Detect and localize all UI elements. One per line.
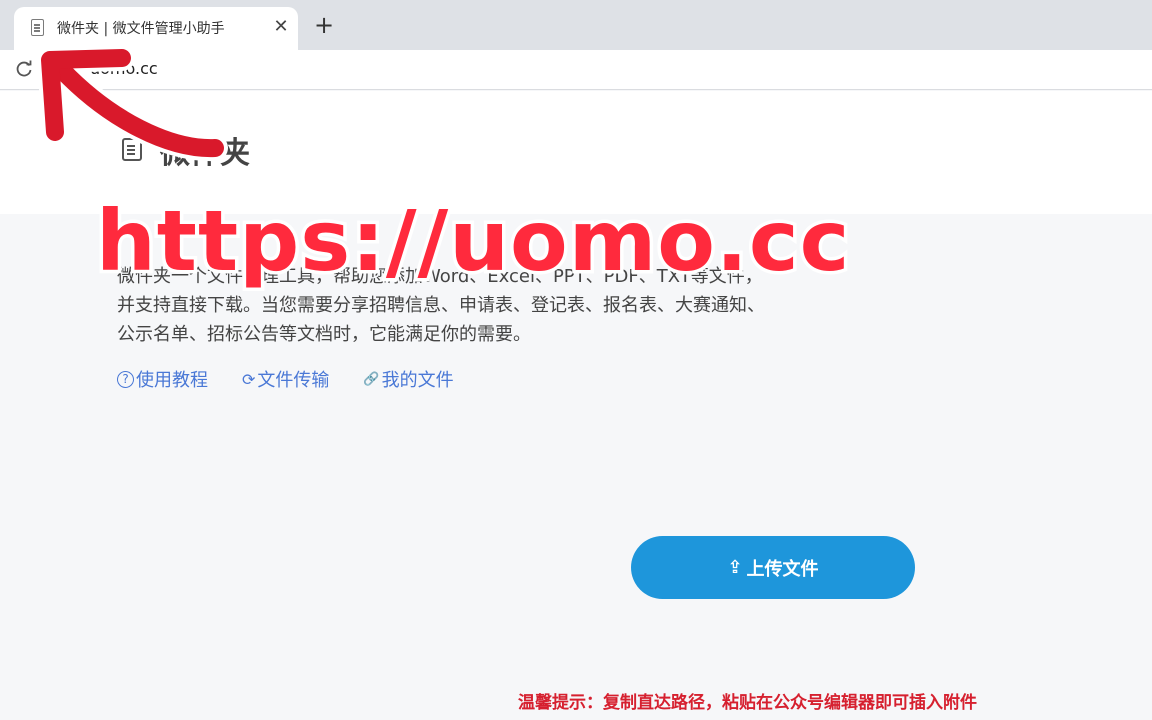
my-files-link-label: 我的文件 — [381, 370, 454, 391]
help-icon: ? — [117, 370, 134, 388]
annotation-arrow — [37, 45, 228, 162]
my-files-link[interactable]: 🔗 我的文件 — [363, 367, 453, 391]
file-transfer-link-label: 文件传输 — [257, 370, 330, 391]
close-tab-icon[interactable]: ✕ — [270, 16, 292, 38]
upload-file-label: 上传文件 — [746, 558, 819, 580]
tip-text: 温馨提示：复制直达路径，粘贴在公众号编辑器即可插入附件 — [518, 693, 977, 713]
new-tab-button[interactable]: + — [312, 13, 336, 37]
overlay-url-text: https://uomo.cc — [92, 189, 852, 294]
tutorial-link[interactable]: ? 使用教程 — [117, 367, 208, 391]
refresh-icon: ⟳ — [242, 369, 256, 389]
upload-file-button[interactable]: ⇪ 上传文件 — [631, 536, 915, 599]
upload-icon: ⇪ — [727, 557, 743, 578]
tutorial-link-label: 使用教程 — [136, 370, 208, 391]
link-icon: 🔗 — [363, 371, 380, 387]
file-transfer-link[interactable]: ⟳ 文件传输 — [242, 367, 330, 392]
nav-links: ? 使用教程 ⟳ 文件传输 🔗 我的文件 — [117, 367, 454, 391]
